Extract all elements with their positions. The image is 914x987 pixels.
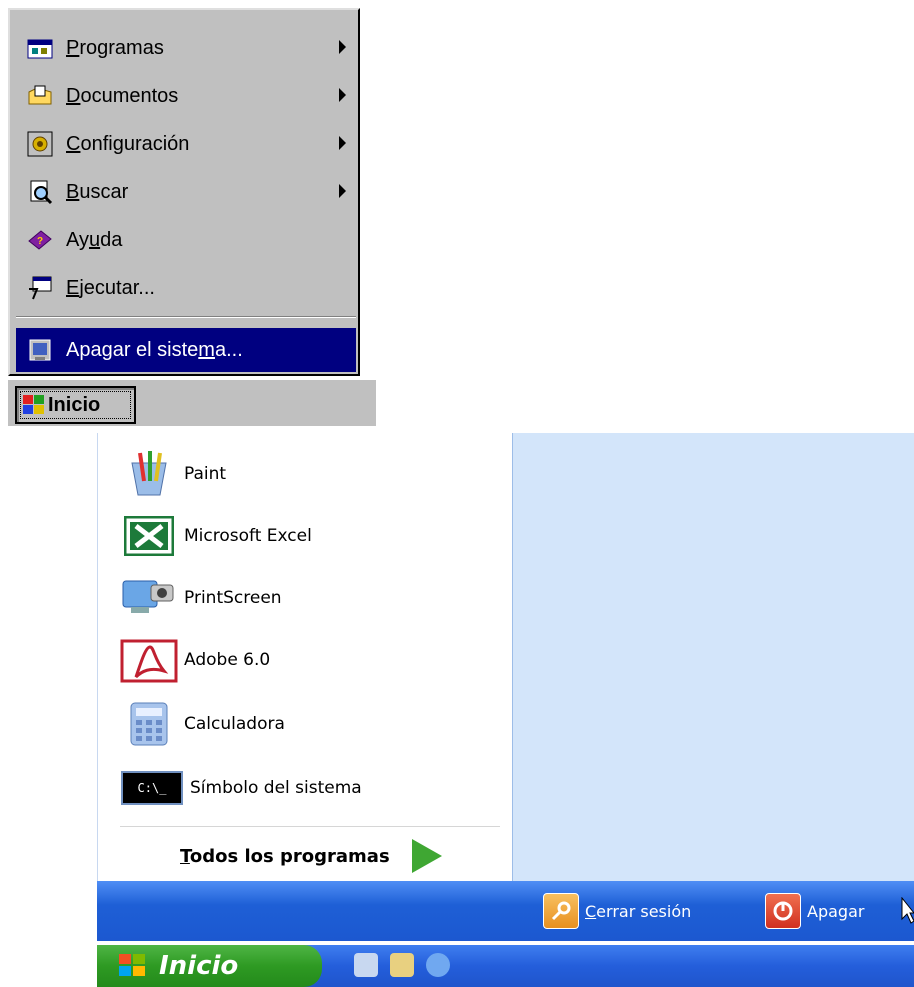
- command-prompt-icon: C:\_: [120, 763, 184, 813]
- xp-start-button[interactable]: Inicio: [97, 945, 322, 987]
- excel-icon: [120, 511, 178, 561]
- submenu-arrow-icon: [339, 88, 346, 102]
- power-icon: [765, 893, 801, 929]
- pinned-item-label: Microsoft Excel: [184, 526, 312, 546]
- svg-text:?: ?: [37, 236, 43, 247]
- shutdown-icon: [26, 336, 54, 364]
- adobe-icon: [120, 635, 178, 685]
- pinned-item-paint[interactable]: Paint: [120, 445, 226, 503]
- menu-item-documentos[interactable]: Documentos: [16, 74, 356, 118]
- search-icon: [26, 178, 54, 206]
- paint-icon: [120, 449, 178, 499]
- quicklaunch-desktop-icon[interactable]: [354, 953, 378, 977]
- quicklaunch-folder-icon[interactable]: [390, 953, 414, 977]
- pinned-item-label: Paint: [184, 464, 227, 484]
- windows-flag-icon: [119, 954, 147, 978]
- classic-start-menu: Programas Documentos Configuración Busca…: [8, 8, 360, 376]
- xp-places-panel: [512, 433, 914, 881]
- menu-item-ejecutar[interactable]: Ejecutar...: [16, 266, 356, 310]
- documents-folder-icon: [26, 82, 54, 110]
- menu-item-programas[interactable]: Programas: [16, 26, 356, 70]
- submenu-arrow-icon: [339, 184, 346, 198]
- settings-icon: [26, 130, 54, 158]
- start-label: Inicio: [159, 951, 239, 981]
- pinned-item-label: Adobe 6.0: [184, 650, 271, 670]
- printscreen-icon: [120, 573, 178, 623]
- pinned-item-label: Calculadora: [184, 714, 285, 734]
- run-icon: [26, 274, 54, 302]
- pinned-item-printscreen[interactable]: PrintScreen: [120, 569, 282, 627]
- xp-taskbar: Inicio: [97, 945, 914, 987]
- classic-start-button[interactable]: Inicio: [15, 386, 136, 424]
- logoff-button[interactable]: Cerrar sesión: [543, 893, 691, 929]
- shutdown-button[interactable]: Apagar: [765, 893, 864, 929]
- mouse-cursor-icon: [901, 896, 914, 930]
- menu-item-ayuda[interactable]: ? Ayuda: [16, 218, 356, 262]
- pinned-item-simbolo-sistema[interactable]: C:\_ Símbolo del sistema: [120, 759, 362, 817]
- menu-item-buscar[interactable]: Buscar: [16, 170, 356, 214]
- submenu-arrow-icon: [339, 136, 346, 150]
- menu-item-apagar-sistema[interactable]: Apagar el sistema...: [16, 328, 356, 372]
- cmd-prompt-text: C:\_: [137, 781, 167, 795]
- pinned-item-label: PrintScreen: [184, 588, 282, 608]
- all-programs-button[interactable]: Todos los programas: [180, 839, 442, 873]
- classic-taskbar: Inicio: [8, 378, 376, 426]
- pinned-divider: [120, 826, 500, 827]
- pinned-item-label: Símbolo del sistema: [190, 778, 362, 798]
- xp-pinned-panel: Paint Microsoft Excel PrintScreen Adobe …: [97, 433, 512, 881]
- calculator-icon: [120, 699, 178, 749]
- pinned-item-adobe[interactable]: Adobe 6.0: [120, 631, 270, 689]
- green-arrow-icon: [411, 839, 442, 873]
- programs-folder-icon: [26, 34, 54, 62]
- help-book-icon: ?: [26, 226, 54, 254]
- xp-menu-footer: Cerrar sesión Apagar: [97, 881, 914, 941]
- pinned-item-calculadora[interactable]: Calculadora: [120, 695, 285, 753]
- pinned-item-excel[interactable]: Microsoft Excel: [120, 507, 312, 565]
- quicklaunch-ie-icon[interactable]: [426, 953, 450, 977]
- menu-separator: [16, 316, 356, 318]
- menu-item-configuracion[interactable]: Configuración: [16, 122, 356, 166]
- key-icon: [543, 893, 579, 929]
- submenu-arrow-icon: [339, 40, 346, 54]
